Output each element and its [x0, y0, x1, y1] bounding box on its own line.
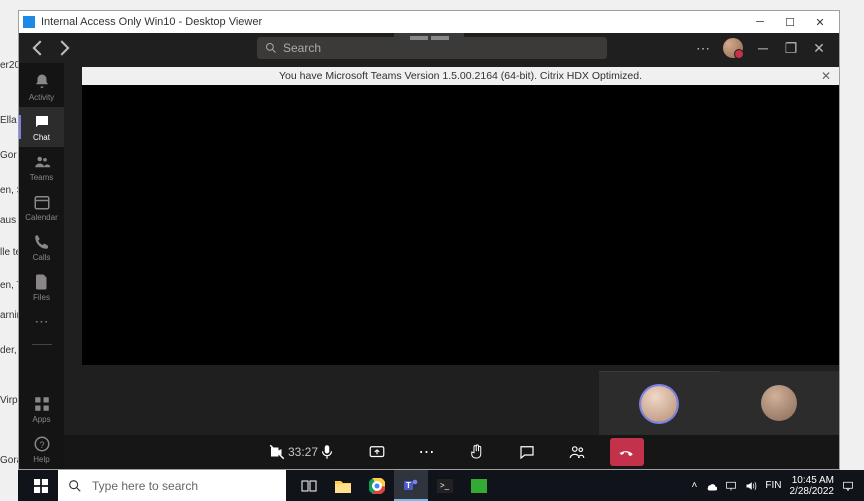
nav-back-button[interactable] — [27, 37, 49, 59]
task-view-button[interactable] — [292, 470, 326, 501]
calendar-icon — [33, 193, 51, 211]
rail-calls[interactable]: Calls — [19, 227, 64, 267]
rail-activity[interactable]: Activity — [19, 67, 64, 107]
rail-more[interactable]: ⋯ — [19, 307, 64, 335]
svg-text:>_: >_ — [440, 481, 450, 490]
app-rail: Activity Chat Teams Calendar Calls — [19, 63, 64, 469]
notice-text: You have Microsoft Teams Version 1.5.00.… — [279, 70, 642, 82]
start-button[interactable] — [24, 470, 58, 501]
viewer-title: Internal Access Only Win10 - Desktop Vie… — [41, 16, 262, 28]
bg-fragment: der, — [0, 345, 17, 356]
participant-tile-2[interactable] — [719, 371, 839, 435]
citrix-viewer-window: Internal Access Only Win10 - Desktop Vie… — [18, 10, 840, 470]
bell-icon — [33, 73, 51, 91]
bg-fragment: er20 — [0, 60, 20, 71]
svg-text:T: T — [406, 481, 411, 490]
teams-app: Search ⋯ ─ ❐ ✕ Activity Chat — [19, 33, 839, 469]
chat-panel-button[interactable] — [510, 438, 544, 466]
participant-tile-1[interactable] — [599, 371, 719, 435]
network-icon[interactable] — [725, 480, 737, 492]
language-indicator[interactable]: FIN — [765, 480, 781, 491]
more-actions-button[interactable]: ⋯ — [410, 438, 444, 466]
citrix-toolbar-handle[interactable] — [394, 33, 464, 43]
rail-files[interactable]: Files — [19, 267, 64, 307]
share-screen-button[interactable] — [360, 438, 394, 466]
rail-chat[interactable]: Chat — [19, 107, 64, 147]
video-stage — [82, 85, 839, 365]
bg-fragment: Virp — [0, 395, 18, 406]
chat-bubble-icon — [518, 443, 536, 461]
teams-minimize-button[interactable]: ─ — [751, 36, 775, 60]
ellipsis-icon: ⋯ — [419, 442, 435, 462]
call-timer: 33:27 — [288, 445, 318, 459]
avatar — [761, 385, 797, 421]
nav-forward-button[interactable] — [53, 37, 75, 59]
taskbar-search[interactable]: Type here to search — [58, 470, 286, 501]
viewer-titlebar: Internal Access Only Win10 - Desktop Vie… — [19, 11, 839, 33]
windows-icon — [34, 479, 48, 493]
hangup-icon — [618, 443, 636, 461]
rail-apps[interactable]: Apps — [19, 389, 64, 429]
participants-strip — [599, 371, 839, 435]
search-icon — [68, 479, 82, 493]
pinned-apps: T >_ — [292, 470, 496, 501]
microphone-icon — [318, 443, 336, 461]
bg-fragment: aus — [0, 215, 16, 226]
teams-restore-button[interactable]: ❐ — [779, 36, 803, 60]
rail-help[interactable]: ? Help — [19, 429, 64, 469]
meeting-area: You have Microsoft Teams Version 1.5.00.… — [64, 63, 839, 469]
terminal-app[interactable]: >_ — [428, 470, 462, 501]
taskbar-clock[interactable]: 10:45 AM 2/28/2022 — [790, 475, 835, 497]
chrome-app[interactable] — [360, 470, 394, 501]
teams-app-taskbar[interactable]: T — [394, 470, 428, 501]
camera-off-icon — [268, 443, 286, 461]
search-placeholder: Search — [283, 41, 321, 55]
volume-icon[interactable] — [745, 480, 757, 492]
notice-close-button[interactable]: ✕ — [819, 69, 833, 83]
viewer-close-button[interactable]: ✕ — [805, 12, 835, 32]
viewer-maximize-button[interactable]: ☐ — [775, 12, 805, 32]
call-controls: 33:27 ⋯ — [64, 435, 839, 469]
help-icon: ? — [33, 435, 51, 453]
file-icon — [33, 273, 51, 291]
participants-button[interactable] — [560, 438, 594, 466]
bg-fragment: Ella — [0, 115, 17, 126]
hand-icon — [468, 443, 486, 461]
search-icon — [265, 42, 277, 54]
notifications-icon[interactable] — [842, 480, 854, 492]
viewer-minimize-button[interactable]: ─ — [745, 12, 775, 32]
profile-avatar[interactable] — [723, 38, 743, 58]
svg-text:?: ? — [39, 439, 44, 449]
ellipsis-icon: ⋯ — [35, 313, 49, 330]
hangup-button[interactable] — [610, 438, 644, 466]
rail-calendar[interactable]: Calendar — [19, 187, 64, 227]
teams-close-button[interactable]: ✕ — [807, 36, 831, 60]
chat-icon — [33, 113, 51, 131]
share-icon — [368, 443, 386, 461]
rail-teams[interactable]: Teams — [19, 147, 64, 187]
version-notice: You have Microsoft Teams Version 1.5.00.… — [82, 67, 839, 85]
onedrive-icon[interactable] — [705, 480, 717, 492]
file-explorer-app[interactable] — [326, 470, 360, 501]
raise-hand-button[interactable] — [460, 438, 494, 466]
citrix-icon — [23, 16, 35, 28]
app-unknown[interactable] — [462, 470, 496, 501]
tray-chevron-icon[interactable]: ˄ — [692, 480, 698, 491]
people-icon — [33, 153, 51, 171]
bg-fragment: Gor — [0, 150, 17, 161]
teams-body: Activity Chat Teams Calendar Calls — [19, 63, 839, 469]
avatar — [641, 386, 677, 422]
apps-icon — [33, 395, 51, 413]
people-icon — [568, 443, 586, 461]
more-options-button[interactable]: ⋯ — [691, 36, 715, 60]
phone-icon — [33, 233, 51, 251]
taskbar-search-placeholder: Type here to search — [92, 479, 198, 493]
system-tray: ˄ FIN 10:45 AM 2/28/2022 — [692, 475, 864, 497]
